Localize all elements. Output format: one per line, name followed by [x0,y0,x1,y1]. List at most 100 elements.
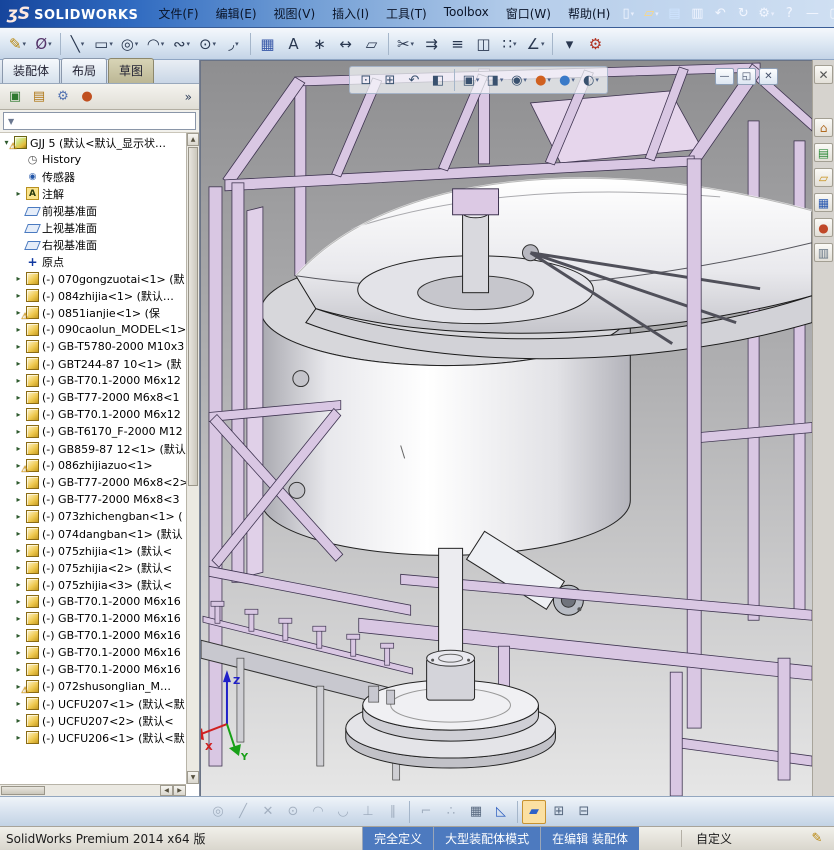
tree-item[interactable]: ▸ ⚠ (-) 075zhijia<1> (默认< [0,542,186,559]
rebuild-button[interactable]: ↻ [733,4,753,24]
snap-tangent-button[interactable]: ◡ [331,800,355,824]
rectangle-tool[interactable]: ▭ [91,31,116,57]
grid-options-tool[interactable]: ▾ [557,31,582,57]
hide-show-items-button[interactable]: ◉ [508,70,530,90]
tree-item[interactable]: ▸ ⚠ (-) 075zhijia<3> (默认< [0,576,186,593]
snap-intersections-button[interactable]: ✕ [256,800,280,824]
zoom-fit-button[interactable]: ⊡ [355,70,377,90]
h-scroll-track[interactable] [46,785,160,796]
maximize-window-button[interactable]: ▢ [825,4,834,24]
tree-item[interactable]: ⚠ 原点 [0,253,186,270]
expand-arrow-icon[interactable]: ▸ [14,648,23,657]
restore-document-button[interactable]: ◱ [737,68,756,85]
tree-item[interactable]: ▸ ⚠ (-) GB-T77-2000 M6x8<3 [0,491,186,508]
expand-arrow-icon[interactable]: ▸ [14,359,23,368]
expand-arrow-icon[interactable]: ▸ [14,410,23,419]
circle-tool[interactable]: ◎ [117,31,142,57]
menu-item[interactable]: 文件(F) [150,1,206,26]
expand-arrow-icon[interactable]: ▸ [14,444,23,453]
custom-properties-tab[interactable]: ▥ [814,243,833,262]
tree-item[interactable]: ▸ ⚠ (-) UCFU207<2> (默认< [0,712,186,729]
tree-item[interactable]: ⚠ 传感器 [0,168,186,185]
tree-item[interactable]: ▸ ⚠ (-) 072shusonglian_M… [0,678,186,695]
expand-arrow-icon[interactable]: ▸ [14,376,23,385]
expand-arrow-icon[interactable]: ▸ [14,733,23,742]
expand-arrow-icon[interactable]: ▸ [14,342,23,351]
expand-arrow-icon[interactable]: ▸ [14,512,23,521]
save-document-button[interactable]: ▤ [664,4,684,24]
tree-item[interactable]: ▸ ⚠ (-) GBT244-87 10<1> (默 [0,355,186,372]
tree-item[interactable]: ▸ ⚠ (-) 084zhijia<1> (默认… [0,287,186,304]
construction-geometry-tool[interactable]: ▱ [359,31,384,57]
custom-status-field[interactable]: 自定义 [681,830,746,847]
tree-item[interactable]: ▸ ⚠ (-) 073zhichengban<1> ( [0,508,186,525]
snap-to-points-button[interactable]: ∴ [439,800,463,824]
expand-arrow-icon[interactable]: ▸ [14,699,23,708]
tree-item[interactable]: ▸ ⚠ (-) GB-T70.1-2000 M6x16 [0,627,186,644]
solidworks-resources-tab[interactable]: ⌂ [814,118,833,137]
pattern-fill-tool[interactable]: ▦ [255,31,280,57]
snap-parallel-button[interactable]: ∥ [381,800,405,824]
3d-model-scene[interactable]: Z X Y [201,61,812,796]
expand-arrow-icon[interactable]: ▸ [14,597,23,606]
tree-filter[interactable]: ▼ [3,112,196,130]
expand-arrow-icon[interactable]: ▸ [14,325,23,334]
new-document-button[interactable]: ▯ [618,4,638,24]
help-button[interactable]: ? [779,4,799,24]
tree-item[interactable]: ▸ ⚠ (-) 086zhijiazuo<1> [0,457,186,474]
tree-horizontal-scrollbar[interactable]: ◀ ▶ [0,784,186,796]
toolbox-button[interactable]: ⚙ [583,31,608,57]
expand-arrow-icon[interactable]: ▸ [14,716,23,725]
displaymanager-tab[interactable]: ● [77,87,97,107]
tree-item[interactable]: ▸ ⚠ (-) GB-T77-2000 M6x8<1 [0,389,186,406]
configurationmanager-tab[interactable]: ⚙ [53,87,73,107]
sketch-tool[interactable]: ✎ [5,31,30,57]
propertymanager-tab[interactable]: ▤ [29,87,49,107]
snap-perpendicular-button[interactable]: ⊥ [356,800,380,824]
print-document-button[interactable]: ▥ [687,4,707,24]
tree-item[interactable]: ⚠ 右视基准面 [0,236,186,253]
scroll-right-button[interactable]: ▶ [173,785,186,796]
trim-entities-tool[interactable]: ✂ [393,31,418,57]
open-document-button[interactable]: ▱ [641,4,661,24]
tree-item[interactable]: ⚠ History [0,151,186,168]
tree-item[interactable]: ▸ ⚠ (-) GB-T70.1-2000 M6x16 [0,644,186,661]
menu-item[interactable]: 帮助(H) [560,1,618,26]
expand-arrow-icon[interactable]: ▸ [14,563,23,572]
snap-quadrants-button[interactable]: ◠ [306,800,330,824]
snap-points-button[interactable]: ◎ [206,800,230,824]
tree-vertical-scrollbar[interactable]: ▲ ▼ [186,133,199,784]
close-document-button[interactable]: ✕ [759,68,778,85]
graphics-area[interactable]: Z X Y ⊡⊞↶◧▣◨◉●●◐ —◱✕ [200,60,812,796]
linear-sketch-pattern-tool[interactable]: ∷ [497,31,522,57]
tree-item[interactable]: ▸ ⚠ (-) 0851ianjie<1> (保 [0,304,186,321]
fillet-tool[interactable]: ◞ [221,31,246,57]
minimize-document-button[interactable]: — [715,68,734,85]
expand-arrow-icon[interactable]: ▸ [14,529,23,538]
scroll-left-button[interactable]: ◀ [160,785,173,796]
edit-appearance-button[interactable]: ● [532,70,554,90]
dimension-tool[interactable]: ↔ [333,31,358,57]
menu-item[interactable]: 编辑(E) [208,1,265,26]
tree-item[interactable]: ▸ ⚠ (-) 075zhijia<2> (默认< [0,559,186,576]
tree-item[interactable]: ▸ ⚠ (-) GB-T70.1-2000 M6x16 [0,661,186,678]
expand-arrow-icon[interactable]: ▸ [14,614,23,623]
display-relations-tool[interactable]: ∠ [523,31,548,57]
expand-arrow-icon[interactable]: ▸ [14,580,23,589]
section-view-toggle[interactable]: ▰ [522,800,546,824]
tree-item[interactable]: ▸ ⚠ (-) GB-T70.1-2000 M6x16 [0,593,186,610]
options-button[interactable]: ⚙ [756,4,776,24]
tree-item[interactable]: ▸ ⚠ (-) GB-T70.1-2000 M6x12 [0,372,186,389]
minimize-window-button[interactable]: — [802,4,822,24]
menu-item[interactable]: Toolbox [436,1,497,26]
arc-tool[interactable]: ◠ [143,31,168,57]
tree-item[interactable]: ▸ ⚠ (-) 074dangban<1> (默认 [0,525,186,542]
tree-item[interactable]: ▸ ⚠ (-) GB-T70.1-2000 M6x12 [0,406,186,423]
snap-angle-button[interactable]: ◺ [489,800,513,824]
mirror-entities-tool[interactable]: ◫ [471,31,496,57]
scroll-up-button[interactable]: ▲ [187,133,199,146]
expand-arrow-icon[interactable]: ▸ [14,393,23,402]
file-explorer-tab[interactable]: ▱ [814,168,833,187]
scrollbar-thumb[interactable] [188,147,198,486]
tree-item[interactable]: ▸ ⚠ (-) GB859-87 12<1> (默认 [0,440,186,457]
